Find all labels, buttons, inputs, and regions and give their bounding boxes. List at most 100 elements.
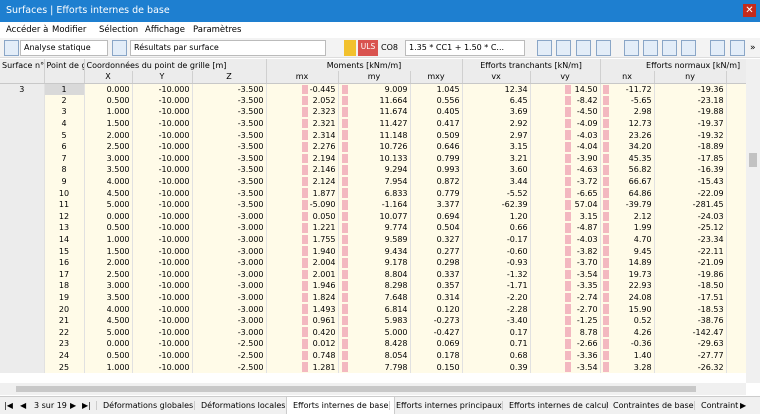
table-cell[interactable]: 9.009 xyxy=(338,83,411,95)
header-x[interactable]: X xyxy=(84,71,133,84)
table-cell[interactable]: 3 xyxy=(44,106,85,118)
table-cell[interactable]: 1.877 xyxy=(266,187,339,199)
table-cell[interactable]: 1.99 xyxy=(600,222,655,234)
table-cell[interactable]: 3.000 xyxy=(84,152,133,165)
table-row[interactable]: 25 1.000 -10.000 -2.500 1.281 7.798 0.150 0.39 -… xyxy=(0,361,746,373)
table-cell[interactable]: 4.000 xyxy=(84,175,133,188)
table-cell[interactable]: 8 xyxy=(44,164,85,176)
table-cell[interactable]: -3.54 xyxy=(530,268,601,281)
table-cell[interactable]: 9.178 xyxy=(338,256,411,269)
table-cell[interactable]: -21.09 xyxy=(654,256,727,269)
table-cell[interactable]: -10.000 xyxy=(132,140,193,153)
table-cell[interactable]: -10.000 xyxy=(132,338,193,350)
table-cell[interactable]: 16 xyxy=(44,256,85,269)
table-cell[interactable]: 4.500 xyxy=(84,187,133,199)
table-cell[interactable]: -3.000 xyxy=(192,268,267,281)
table-cell[interactable]: 11.427 xyxy=(338,117,411,130)
table-cell[interactable]: -142.47 xyxy=(654,326,727,339)
table-row[interactable]: 19 3.500 -10.000 -3.000 1.824 7.648 0.314 -2.20… xyxy=(0,291,746,304)
table-cell[interactable]: 11.674 xyxy=(338,106,411,118)
table-cell[interactable]: 3.60 xyxy=(462,164,531,176)
table-cell[interactable]: 10.726 xyxy=(338,140,411,153)
table-cell[interactable]: -4.03 xyxy=(530,129,601,141)
table-cell[interactable]: 12.34 xyxy=(462,83,531,95)
header-nxy[interactable]: nxy xyxy=(726,71,746,84)
table-cell[interactable]: 0.779 xyxy=(410,187,463,199)
table-cell[interactable]: -38.76 xyxy=(654,314,727,327)
table-row[interactable]: 12 0.000 -10.000 -3.000 0.050 10.077 0.694 1.20… xyxy=(0,210,746,223)
table-cell[interactable]: 64.86 xyxy=(600,187,655,199)
prev-page-icon[interactable]: ◀ xyxy=(20,401,26,410)
table-cell[interactable]: -0.14 xyxy=(726,349,746,362)
table-cell[interactable]: 2.321 xyxy=(266,117,339,130)
table-cell[interactable]: 21 xyxy=(44,314,85,327)
table-row[interactable]: 18 3.000 -10.000 -3.000 1.946 8.298 0.357 -1.71… xyxy=(0,280,746,292)
table-row[interactable]: 11 5.000 -10.000 -3.500 -5.090 -1.164 3.377 -62… xyxy=(0,198,746,211)
table-cell[interactable]: 0.500 xyxy=(84,94,133,107)
table-cell[interactable]: 9.45 xyxy=(600,245,655,257)
table-cell[interactable]: 2.276 xyxy=(266,140,339,153)
table-row[interactable]: 3 1 0.000 -10.000 -3.500 -0.445 9.009 1.045 12.3… xyxy=(0,83,746,95)
table-cell[interactable]: 0.150 xyxy=(410,361,463,373)
table-cell[interactable]: -2.00 xyxy=(726,361,746,373)
table-cell[interactable]: -10.000 xyxy=(132,187,193,199)
table-cell[interactable]: -3.500 xyxy=(192,140,267,153)
table-columns-icon[interactable] xyxy=(643,40,658,56)
table-cell[interactable]: -2.66 xyxy=(530,338,601,350)
table-cell[interactable]: -3.72 xyxy=(530,175,601,188)
table-cell[interactable]: 12 xyxy=(44,210,85,223)
funnel-icon[interactable] xyxy=(730,40,745,56)
table-cell[interactable]: -4.82 xyxy=(726,164,746,176)
select-icon[interactable] xyxy=(556,40,571,56)
table-cell[interactable]: 2.500 xyxy=(84,140,133,153)
table-cell[interactable]: 1.20 xyxy=(462,210,531,223)
table-cell[interactable]: 8.054 xyxy=(338,349,411,362)
table-row[interactable]: 8 3.500 -10.000 -3.500 2.146 9.294 0.993 3.60 -4… xyxy=(0,164,746,176)
menu-view[interactable]: Affichage xyxy=(145,25,185,35)
table-cell[interactable]: 19 xyxy=(44,291,85,304)
table-cell[interactable]: -19.37 xyxy=(654,117,727,130)
table-cell[interactable]: 2.146 xyxy=(266,164,339,176)
table-cell[interactable]: 0.646 xyxy=(410,140,463,153)
table-cell[interactable]: -22.09 xyxy=(654,187,727,199)
table-cell[interactable]: 2.000 xyxy=(84,129,133,141)
table-cell[interactable]: -0.60 xyxy=(462,245,531,257)
table-cell[interactable]: -3.90 xyxy=(530,152,601,165)
table-cell[interactable]: 0.000 xyxy=(84,338,133,350)
table-cell[interactable]: -10.000 xyxy=(132,198,193,211)
table-cell[interactable]: 2.314 xyxy=(266,129,339,141)
menu-settings[interactable]: Paramètres xyxy=(193,25,241,35)
table-cell[interactable]: 1.946 xyxy=(266,280,339,292)
table-cell[interactable]: 17 xyxy=(44,268,85,281)
table-cell[interactable]: 2.323 xyxy=(266,106,339,118)
table-cell[interactable]: 3.69 xyxy=(462,106,531,118)
tab-stresses-truncated[interactable]: Contraint xyxy=(694,401,744,410)
table-cell[interactable]: 3.12 xyxy=(726,94,746,107)
table-row[interactable]: 4 1.500 -10.000 -3.500 2.321 11.427 0.417 2.92 -… xyxy=(0,117,746,130)
table-cell[interactable]: 0.500 xyxy=(84,222,133,234)
table-cell[interactable]: 0.327 xyxy=(410,233,463,246)
table-cell[interactable]: -10.000 xyxy=(132,291,193,304)
table-cell[interactable]: 2.194 xyxy=(266,152,339,165)
table-cell[interactable]: 3.28 xyxy=(600,361,655,373)
table-cell[interactable]: -4.87 xyxy=(530,222,601,234)
table-row[interactable]: 24 0.500 -10.000 -2.500 0.748 8.054 0.178 0.68 -… xyxy=(0,349,746,362)
table-cell[interactable]: 0.872 xyxy=(410,175,463,188)
table-cell[interactable]: 0.504 xyxy=(410,222,463,234)
table-cell[interactable]: 7.798 xyxy=(338,361,411,373)
table-cell[interactable]: -10.000 xyxy=(132,164,193,176)
table-cell[interactable]: -2.42 xyxy=(726,268,746,281)
table-cell[interactable]: 8.298 xyxy=(338,280,411,292)
tab-design-internal-forces[interactable]: Efforts internes de calcul xyxy=(502,401,615,410)
table-cell[interactable]: -4.04 xyxy=(530,140,601,153)
table-cell[interactable]: 0.314 xyxy=(410,291,463,304)
table-cell[interactable]: -3.000 xyxy=(192,233,267,246)
table-cell[interactable]: 20 xyxy=(44,303,85,315)
table-cell[interactable]: -0.427 xyxy=(410,326,463,339)
table-row[interactable]: 7 3.000 -10.000 -3.500 2.194 10.133 0.799 3.21 -… xyxy=(0,152,746,165)
table-cell[interactable]: 2.124 xyxy=(266,175,339,188)
table-cell[interactable]: 0.71 xyxy=(462,338,531,350)
table-cell[interactable]: 1.500 xyxy=(84,117,133,130)
table-cell[interactable]: -3.82 xyxy=(530,245,601,257)
table-cell[interactable]: -3.54 xyxy=(530,361,601,373)
